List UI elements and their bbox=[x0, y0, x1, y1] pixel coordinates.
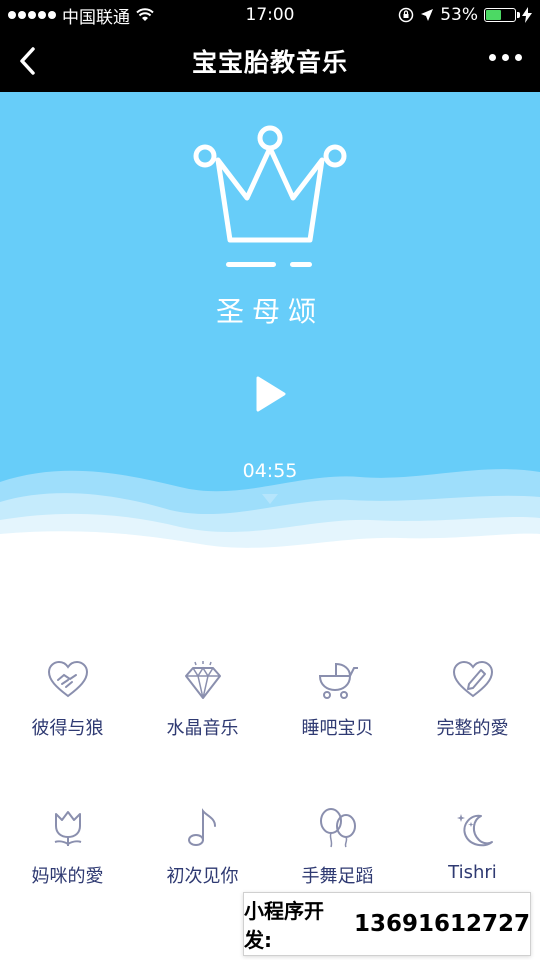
track-title: 圣母颂 bbox=[215, 295, 324, 328]
developer-badge: 小程序开发: 13691612727 bbox=[243, 892, 531, 956]
category-label: 睡吧宝贝 bbox=[301, 718, 374, 739]
category-item[interactable]: 手舞足蹈 bbox=[270, 808, 405, 888]
page-title: 宝宝胎教音乐 bbox=[191, 48, 348, 77]
play-button[interactable] bbox=[250, 374, 290, 414]
charging-bolt-icon bbox=[522, 7, 532, 23]
handshake-heart-icon bbox=[47, 660, 88, 698]
status-left: 中国联通 bbox=[8, 3, 154, 28]
tulip-icon bbox=[54, 811, 81, 846]
play-icon bbox=[256, 376, 286, 412]
back-button[interactable] bbox=[12, 44, 42, 78]
more-button[interactable] bbox=[489, 54, 522, 61]
battery-icon bbox=[484, 8, 520, 22]
diamond-icon bbox=[184, 661, 221, 699]
music-note-icon bbox=[187, 808, 216, 846]
category-item[interactable]: Tishri bbox=[405, 808, 540, 883]
category-item[interactable]: 水晶音乐 bbox=[135, 660, 270, 740]
category-item[interactable]: 初次见你 bbox=[135, 808, 270, 888]
orientation-lock-icon bbox=[398, 7, 414, 23]
badge-prefix: 小程序开发: bbox=[244, 899, 324, 952]
category-item[interactable]: 彼得与狼 bbox=[0, 660, 135, 740]
category-item[interactable]: 妈咪的愛 bbox=[0, 808, 135, 888]
category-label: 手舞足蹈 bbox=[301, 866, 374, 887]
stroller-icon bbox=[318, 662, 358, 699]
signal-strength-icon bbox=[8, 11, 56, 19]
player-hero: 圣母颂 04:55 bbox=[0, 92, 540, 572]
category-label: 初次见你 bbox=[166, 866, 239, 887]
status-right: 53% bbox=[398, 5, 532, 25]
wifi-icon bbox=[136, 8, 154, 21]
location-arrow-icon bbox=[421, 9, 434, 21]
moon-stars-icon bbox=[456, 814, 493, 847]
category-label: 完整的愛 bbox=[436, 718, 509, 739]
nav-bar: 宝宝胎教音乐 bbox=[0, 30, 540, 92]
category-label: 妈咪的愛 bbox=[31, 866, 104, 887]
category-label: 彼得与狼 bbox=[31, 718, 104, 739]
category-label: Tishri bbox=[448, 862, 497, 883]
wave-decoration bbox=[0, 469, 540, 572]
status-bar: 中国联通 17:00 53% bbox=[0, 0, 540, 30]
status-time: 17:00 bbox=[245, 5, 295, 25]
category-item[interactable]: 睡吧宝贝 bbox=[270, 660, 405, 740]
more-dots-icon bbox=[489, 54, 496, 61]
badge-number: 13691612727 bbox=[353, 911, 530, 937]
balloons-icon bbox=[319, 808, 356, 848]
chevron-left-icon bbox=[20, 47, 35, 75]
battery-fill bbox=[486, 10, 501, 20]
category-label: 水晶音乐 bbox=[166, 718, 239, 739]
battery-percent: 53% bbox=[440, 5, 478, 25]
crown-icon bbox=[193, 125, 347, 267]
heart-pencil-icon bbox=[452, 660, 493, 698]
carrier-label: 中国联通 bbox=[62, 7, 130, 28]
category-item[interactable]: 完整的愛 bbox=[405, 660, 540, 740]
